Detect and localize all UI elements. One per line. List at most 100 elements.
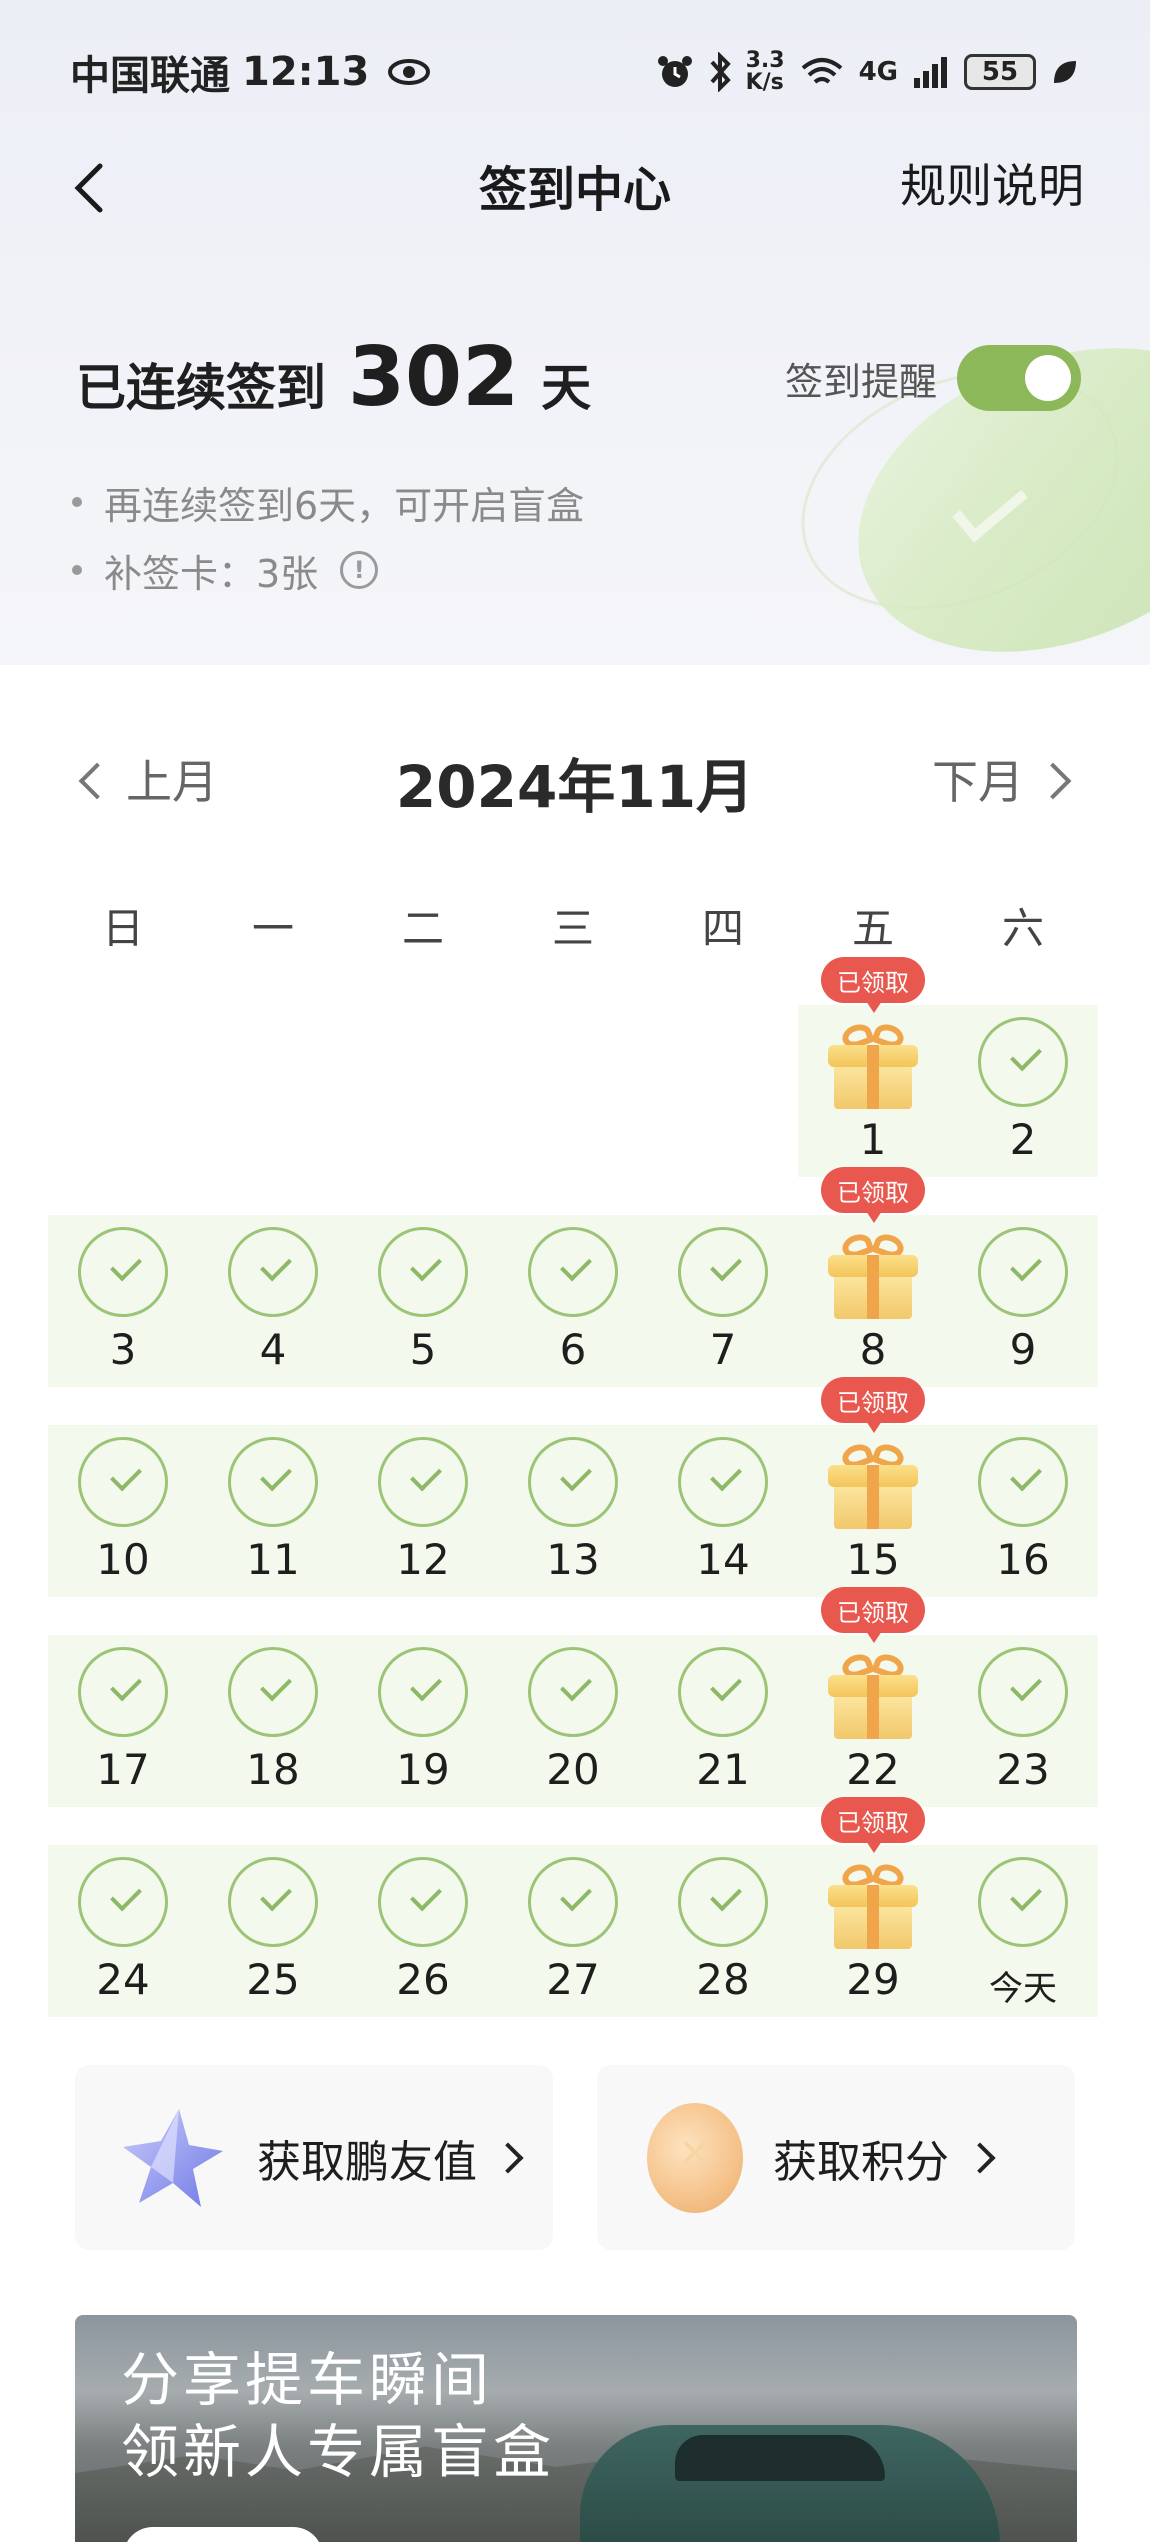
calendar-day[interactable]: 3: [48, 1215, 198, 1387]
weekday-row: 日 一 二 三 四 五 六: [48, 895, 1098, 956]
calendar-day[interactable]: 已领取 29: [798, 1797, 948, 2017]
calendar-day[interactable]: 4: [198, 1215, 348, 1387]
status-bar: 中国联通 12:13 3.3 K/s 4G 55: [70, 42, 1080, 102]
calendar-day[interactable]: 21: [648, 1635, 798, 1807]
day-number: 17: [96, 1745, 150, 1794]
reminder-toggle[interactable]: [957, 345, 1082, 411]
weekday-label: 二: [401, 904, 444, 953]
tip-makeup-cards: 补签卡：3张 !: [72, 536, 584, 604]
day-number: 20: [546, 1745, 600, 1794]
day-number: 19: [396, 1745, 450, 1794]
claimed-badge: 已领取: [821, 957, 925, 1013]
net-speed-unit: K/s: [745, 70, 784, 95]
promo-banner[interactable]: 分享提车瞬间 领新人专属盲盒: [75, 2315, 1077, 2542]
header-area: 中国联通 12:13 3.3 K/s 4G 55 签到中心 规则说明 已连续签到…: [0, 0, 1150, 665]
day-number: 28: [696, 1955, 750, 2004]
eye-icon: [388, 59, 431, 85]
calendar-day[interactable]: 16: [948, 1425, 1098, 1597]
signal-type: 4G: [858, 57, 898, 87]
day-number: 23: [996, 1745, 1050, 1794]
day-number: 18: [246, 1745, 300, 1794]
streak-prefix: 已连续签到: [76, 359, 326, 417]
calendar-day[interactable]: 11: [198, 1425, 348, 1597]
day-number: 27: [546, 1955, 600, 2004]
calendar-day[interactable]: 26: [348, 1845, 498, 2017]
tip-text: 再连续签到6天，可开启盲盒: [104, 483, 585, 528]
calendar-day[interactable]: 10: [48, 1425, 198, 1597]
gift-box-icon: [828, 1435, 918, 1531]
checked-in-icon: [378, 1857, 468, 1947]
coin-icon: [647, 2102, 743, 2213]
day-number: 16: [996, 1535, 1050, 1584]
day-number: 22: [846, 1745, 900, 1794]
calendar-day[interactable]: 已领取 1: [798, 957, 948, 1177]
day-number: 今天: [989, 1969, 1057, 2009]
calendar-day[interactable]: 19: [348, 1635, 498, 1807]
calendar-day[interactable]: 23: [948, 1635, 1098, 1807]
status-time: 12:13: [242, 49, 370, 95]
bullet-dot: [72, 565, 82, 575]
calendar-day[interactable]: 9: [948, 1215, 1098, 1387]
calendar-day[interactable]: 18: [198, 1635, 348, 1807]
calendar-day[interactable]: 12: [348, 1425, 498, 1597]
calendar-day[interactable]: 24: [48, 1845, 198, 2017]
day-number: 11: [246, 1535, 300, 1584]
checked-in-icon: [228, 1227, 318, 1317]
points-card[interactable]: 获取积分: [597, 2065, 1075, 2250]
calendar-day[interactable]: 5: [348, 1215, 498, 1387]
chevron-right-icon: [964, 2141, 996, 2174]
calendar-day[interactable]: 17: [48, 1635, 198, 1807]
day-number: 5: [409, 1325, 437, 1374]
reminder-label: 签到提醒: [785, 359, 938, 404]
calendar-day[interactable]: 20: [498, 1635, 648, 1807]
day-number: 24: [96, 1955, 150, 2004]
checked-in-icon: [228, 1437, 318, 1527]
banner-cta-button[interactable]: [123, 2527, 323, 2542]
calendar-day[interactable]: 13: [498, 1425, 648, 1597]
leaf-icon: [1054, 61, 1076, 83]
calendar-day[interactable]: 14: [648, 1425, 798, 1597]
checked-in-icon: [528, 1227, 618, 1317]
day-number: 25: [246, 1955, 300, 2004]
calendar-day[interactable]: 今天: [948, 1845, 1098, 2017]
calendar-day[interactable]: 已领取 8: [798, 1167, 948, 1387]
day-number: 10: [96, 1535, 150, 1584]
info-icon[interactable]: !: [340, 551, 379, 589]
bullet-dot: [72, 497, 82, 507]
calendar-day[interactable]: 已领取 15: [798, 1377, 948, 1597]
day-number: 12: [396, 1535, 450, 1584]
claimed-badge: 已领取: [821, 1797, 925, 1853]
calendar-day[interactable]: 2: [948, 1005, 1098, 1177]
next-month-button[interactable]: 下月: [932, 746, 1072, 812]
rules-link[interactable]: 规则说明: [900, 150, 1084, 216]
weekday-label: 四: [701, 904, 744, 953]
banner-car-window: [675, 2435, 885, 2481]
day-number: 7: [709, 1325, 737, 1374]
checked-in-icon: [378, 1227, 468, 1317]
calendar-day[interactable]: 7: [648, 1215, 798, 1387]
gift-box-icon: [828, 1015, 918, 1111]
calendar-day[interactable]: 6: [498, 1215, 648, 1387]
day-number: 2: [1009, 1115, 1037, 1164]
wifi-icon: [801, 58, 842, 84]
day-number: 26: [396, 1955, 450, 2004]
chevron-right-icon: [492, 2141, 524, 2174]
friend-value-card[interactable]: 获取鹏友值: [75, 2065, 553, 2250]
day-number: 29: [846, 1955, 900, 2004]
next-month-label: 下月: [932, 755, 1024, 809]
streak-summary: 已连续签到 302 天: [76, 330, 591, 425]
weekday-label: 六: [1001, 904, 1044, 953]
checked-in-icon: [78, 1437, 168, 1527]
claimed-badge: 已领取: [821, 1167, 925, 1223]
calendar-day[interactable]: 27: [498, 1845, 648, 2017]
checked-in-icon: [528, 1647, 618, 1737]
calendar-week-row: 24 25 26 27 28 已领取 29 今天: [48, 1797, 1098, 2017]
battery-indicator: 55: [964, 54, 1036, 90]
toggle-knob: [1025, 355, 1072, 401]
gift-box-icon: [828, 1225, 918, 1321]
calendar-day[interactable]: 28: [648, 1845, 798, 2017]
calendar-day[interactable]: 25: [198, 1845, 348, 2017]
weekday-label: 三: [551, 904, 594, 953]
calendar-day[interactable]: 已领取 22: [798, 1587, 948, 1807]
checked-in-icon: [378, 1647, 468, 1737]
